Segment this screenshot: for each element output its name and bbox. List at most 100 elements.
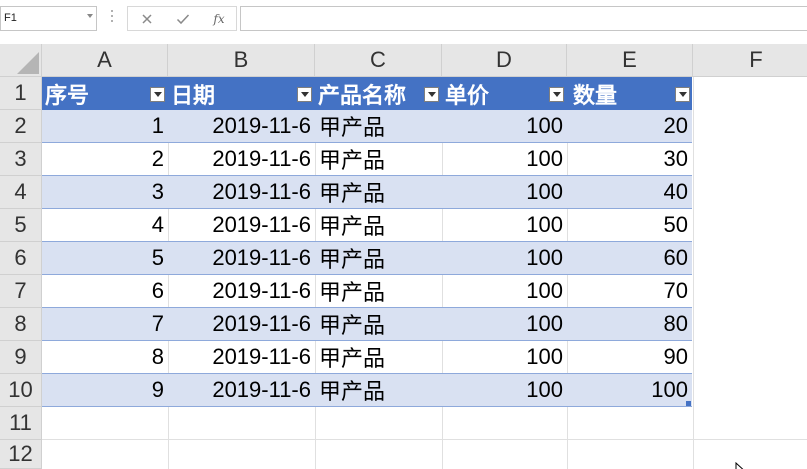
column-header-f[interactable]: F <box>693 44 807 77</box>
row-header-1[interactable]: 1 <box>0 77 42 110</box>
header-label: 单价 <box>445 83 490 109</box>
filter-dropdown-button[interactable] <box>150 87 165 102</box>
row-header-4[interactable]: 4 <box>0 176 42 209</box>
gridline <box>693 77 694 469</box>
insert-function-button[interactable]: fx <box>202 7 236 30</box>
cell-date[interactable]: 2019-11-6 <box>168 176 315 208</box>
cell-no[interactable]: 7 <box>42 308 168 340</box>
header-label: 数量 <box>573 83 618 109</box>
formula-buttons: fx <box>127 6 237 31</box>
table-row: 9 2019-11-6 甲产品 100 100 <box>42 374 692 407</box>
table-resize-handle[interactable] <box>686 401 691 406</box>
column-header-a[interactable]: A <box>42 44 168 77</box>
cell-no[interactable]: 2 <box>42 143 168 175</box>
cell-date[interactable]: 2019-11-6 <box>168 143 315 175</box>
cell-date[interactable]: 2019-11-6 <box>168 110 315 142</box>
x-icon <box>142 13 152 24</box>
table-row: 1 2019-11-6 甲产品 100 20 <box>42 110 692 143</box>
table-row: 3 2019-11-6 甲产品 100 40 <box>42 176 692 209</box>
chevron-down-icon[interactable] <box>87 14 93 18</box>
filter-dropdown-button[interactable] <box>549 87 564 102</box>
row-header-7[interactable]: 7 <box>0 275 42 308</box>
row-header-5[interactable]: 5 <box>0 209 42 242</box>
cell-date[interactable]: 2019-11-6 <box>168 341 315 373</box>
cell-price[interactable]: 100 <box>442 308 567 340</box>
cell-qty[interactable]: 40 <box>567 176 692 208</box>
row-header-11[interactable]: 11 <box>0 407 42 440</box>
cell-qty[interactable]: 70 <box>567 275 692 307</box>
cell-no[interactable]: 4 <box>42 209 168 241</box>
cell-date[interactable]: 2019-11-6 <box>168 308 315 340</box>
filter-dropdown-button[interactable] <box>424 87 439 102</box>
cancel-button[interactable] <box>130 7 164 30</box>
column-header-d[interactable]: D <box>442 44 567 77</box>
cell-qty[interactable]: 50 <box>567 209 692 241</box>
checkmark-icon <box>176 13 190 24</box>
dropdown-arrow-icon <box>427 92 436 97</box>
formula-bar: F1 fx <box>0 0 807 40</box>
filter-dropdown-button[interactable] <box>297 87 312 102</box>
cell-product[interactable]: 甲产品 <box>315 308 442 340</box>
table-row: 7 2019-11-6 甲产品 100 80 <box>42 308 692 341</box>
table-header-cell[interactable]: 数量 <box>567 77 692 110</box>
cell-price[interactable]: 100 <box>442 176 567 208</box>
enter-button[interactable] <box>166 7 200 30</box>
column-header-e[interactable]: E <box>567 44 693 77</box>
cell-product[interactable]: 甲产品 <box>315 374 442 406</box>
cell-product[interactable]: 甲产品 <box>315 143 442 175</box>
cell-no[interactable]: 9 <box>42 374 168 406</box>
cell-qty[interactable]: 90 <box>567 341 692 373</box>
cell-no[interactable]: 8 <box>42 341 168 373</box>
cell-qty[interactable]: 20 <box>567 110 692 142</box>
dropdown-arrow-icon <box>300 92 309 97</box>
table-row: 2 2019-11-6 甲产品 100 30 <box>42 143 692 176</box>
row-header-9[interactable]: 9 <box>0 341 42 374</box>
select-all-button[interactable] <box>0 44 42 77</box>
cell-no[interactable]: 6 <box>42 275 168 307</box>
row-header-6[interactable]: 6 <box>0 242 42 275</box>
cell-no[interactable]: 1 <box>42 110 168 142</box>
cell-date[interactable]: 2019-11-6 <box>168 209 315 241</box>
cell-product[interactable]: 甲产品 <box>315 341 442 373</box>
table-row: 4 2019-11-6 甲产品 100 50 <box>42 209 692 242</box>
cell-product[interactable]: 甲产品 <box>315 110 442 142</box>
cell-price[interactable]: 100 <box>442 374 567 406</box>
cell-date[interactable]: 2019-11-6 <box>168 242 315 274</box>
cell-price[interactable]: 100 <box>442 110 567 142</box>
cell-date[interactable]: 2019-11-6 <box>168 275 315 307</box>
table-header-cell[interactable]: 日期 <box>168 77 315 110</box>
column-header-b[interactable]: B <box>168 44 315 77</box>
column-header-c[interactable]: C <box>315 44 442 77</box>
cell-qty[interactable]: 80 <box>567 308 692 340</box>
cell-price[interactable]: 100 <box>442 143 567 175</box>
mouse-pointer-icon <box>735 462 744 469</box>
row-header-8[interactable]: 8 <box>0 308 42 341</box>
cell-price[interactable]: 100 <box>442 275 567 307</box>
dropdown-arrow-icon <box>678 92 687 97</box>
dropdown-arrow-icon <box>552 92 561 97</box>
cell-product[interactable]: 甲产品 <box>315 176 442 208</box>
cell-no[interactable]: 5 <box>42 242 168 274</box>
row-header-3[interactable]: 3 <box>0 143 42 176</box>
cell-no[interactable]: 3 <box>42 176 168 208</box>
cell-qty[interactable]: 100 <box>567 374 692 406</box>
table-row: 5 2019-11-6 甲产品 100 60 <box>42 242 692 275</box>
formula-input[interactable] <box>240 6 807 31</box>
filter-dropdown-button[interactable] <box>675 87 690 102</box>
cell-qty[interactable]: 60 <box>567 242 692 274</box>
name-box-value: F1 <box>4 12 17 24</box>
cell-price[interactable]: 100 <box>442 242 567 274</box>
cell-product[interactable]: 甲产品 <box>315 275 442 307</box>
cell-date[interactable]: 2019-11-6 <box>168 374 315 406</box>
cell-product[interactable]: 甲产品 <box>315 209 442 241</box>
row-header-10[interactable]: 10 <box>0 374 42 407</box>
gridline <box>42 439 807 440</box>
cell-price[interactable]: 100 <box>442 209 567 241</box>
cell-price[interactable]: 100 <box>442 341 567 373</box>
cell-qty[interactable]: 30 <box>567 143 692 175</box>
row-header-12[interactable]: 12 <box>0 440 42 469</box>
table-header-cell[interactable]: 产品名称 <box>315 77 442 110</box>
row-header-2[interactable]: 2 <box>0 110 42 143</box>
name-box[interactable]: F1 <box>0 6 97 31</box>
cell-product[interactable]: 甲产品 <box>315 242 442 274</box>
